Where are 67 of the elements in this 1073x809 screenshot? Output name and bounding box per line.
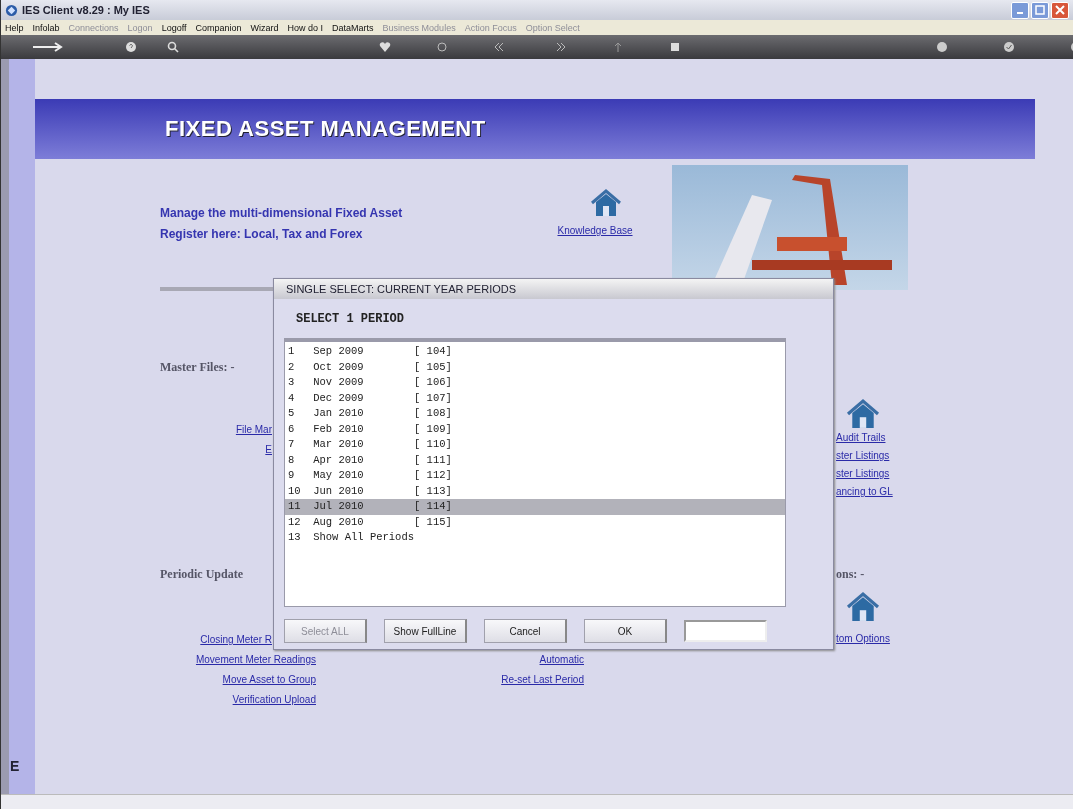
period-row[interactable]: 10 Jun 2010 [ 113] (285, 483, 785, 499)
menu-link[interactable]: Automatic (539, 650, 584, 670)
search-icon[interactable] (167, 41, 179, 53)
arrow-icon[interactable] (31, 41, 65, 53)
period-row[interactable]: 13 Show All Periods (285, 530, 785, 546)
circle-icon[interactable] (436, 41, 448, 53)
period-row[interactable]: 5 Jan 2010 [ 108] (285, 406, 785, 422)
period-row[interactable]: 3 Nov 2009 [ 106] (285, 375, 785, 391)
minimize-button[interactable] (1011, 1, 1029, 19)
period-row[interactable]: 9 May 2010 [ 112] (285, 468, 785, 484)
period-row[interactable]: 6 Feb 2010 [ 109] (285, 421, 785, 437)
close-icon (1055, 5, 1065, 15)
dialog-title: SINGLE SELECT: CURRENT YEAR PERIODS (274, 279, 833, 299)
menu-item[interactable]: Wizard (250, 22, 279, 33)
menu-link[interactable]: Verification Upload (232, 690, 316, 710)
help-icon[interactable] (125, 41, 137, 53)
intro-text: Manage the multi-dimensional Fixed Asset Register here: Local, Tax and Forex (160, 205, 404, 243)
minimize-icon (1016, 12, 1024, 14)
dialog-button[interactable]: Cancel (484, 619, 567, 643)
menu-item[interactable]: Help (5, 22, 24, 33)
period-row[interactable]: 4 Dec 2009 [ 107] (285, 390, 785, 406)
menu-link[interactable]: Move Asset to Group (222, 670, 316, 690)
house-icon[interactable] (846, 592, 880, 622)
menu-item[interactable]: Companion (195, 22, 242, 33)
section-heading: ons: - (836, 566, 865, 582)
dialog-prompt: SELECT 1 PERIOD (295, 311, 406, 326)
period-row[interactable]: 7 Mar 2010 [ 110] (285, 437, 785, 453)
up-arrow-icon[interactable] (612, 41, 624, 53)
section-heading: Master Files: - (160, 359, 235, 375)
menu-link[interactable]: ster Listings (836, 465, 890, 483)
check-icon[interactable] (1003, 41, 1015, 53)
rewind-icon[interactable] (493, 41, 505, 53)
period-row[interactable]: 12 Aug 2010 [ 115] (285, 514, 785, 530)
period-row[interactable]: 8 Apr 2010 [ 111] (285, 452, 785, 468)
period-row[interactable]: 1 Sep 2009 [ 104] (285, 344, 785, 360)
menu-link[interactable]: Closing Meter R (200, 630, 272, 650)
menu-link[interactable]: tom Options (836, 630, 890, 648)
menu-item[interactable]: How do I (287, 22, 324, 33)
knowledge-base-link[interactable]: Knowledge Base (557, 225, 633, 236)
maximize-button[interactable] (1031, 1, 1049, 19)
menu-item[interactable]: DataMarts (332, 22, 374, 33)
menu-link[interactable]: Re-set Last Period (501, 670, 584, 690)
sidebar-label[interactable]: E (10, 758, 20, 774)
banner-title: FIXED ASSET MANAGEMENT (165, 116, 486, 142)
square-icon[interactable] (669, 41, 681, 53)
heart-icon[interactable] (379, 41, 391, 53)
dialog-button[interactable]: OK (584, 619, 667, 643)
maximize-icon (1035, 5, 1045, 15)
menu-link[interactable]: Movement Meter Readings (195, 650, 316, 670)
house-icon[interactable] (591, 189, 621, 217)
menu-link[interactable]: ancing to GL (836, 483, 893, 501)
menu-link[interactable]: File Mar (235, 420, 272, 440)
app-icon (5, 3, 18, 17)
window-title: IES Client v8.29 : My IES (22, 4, 150, 16)
input-field[interactable] (684, 620, 767, 642)
menu-item[interactable]: Logoff (161, 22, 187, 33)
close-button[interactable] (1051, 1, 1069, 19)
dialog-button[interactable]: Show FullLine (384, 619, 467, 643)
menu-link[interactable]: Audit Trails (836, 429, 886, 447)
period-row[interactable]: 11 Jul 2010 [ 114] (285, 499, 785, 515)
period-row[interactable]: 2 Oct 2009 [ 105] (285, 359, 785, 375)
menu-link[interactable]: ster Listings (836, 447, 890, 465)
forward-icon[interactable] (555, 41, 567, 53)
menu-item[interactable]: Infolab (32, 22, 60, 33)
menu-link[interactable]: E (265, 440, 272, 460)
section-heading: Periodic Update (160, 566, 243, 582)
house-icon[interactable] (846, 399, 880, 429)
